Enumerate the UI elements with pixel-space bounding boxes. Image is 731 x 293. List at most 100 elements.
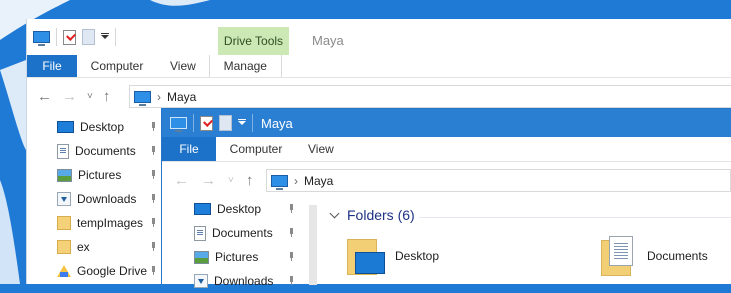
nav-item-label: Documents	[75, 144, 136, 158]
desktop-icon	[57, 121, 74, 133]
tab-file[interactable]: File	[27, 55, 77, 77]
documents-icon	[194, 225, 206, 241]
pin-icon[interactable]	[150, 218, 157, 227]
pictures-icon	[194, 250, 209, 264]
customize-toolbar-icon[interactable]	[238, 119, 246, 127]
explorer-window-front[interactable]: Maya File Computer View ← → ˅ ↑ › Maya D…	[161, 108, 731, 288]
properties-icon[interactable]	[200, 115, 213, 131]
tab-file[interactable]: File	[162, 137, 216, 161]
new-folder-icon[interactable]	[219, 115, 232, 131]
nav-item-documents[interactable]: Documents	[27, 139, 157, 163]
ribbon-divider	[27, 77, 731, 78]
pin-icon[interactable]	[150, 170, 157, 179]
documents-folder-icon	[601, 236, 637, 276]
desktop-icon	[194, 203, 211, 215]
nav-item-pictures[interactable]: Pictures	[27, 163, 157, 187]
toolbar-separator	[252, 114, 253, 132]
nav-item-tempimages[interactable]: tempImages	[27, 211, 157, 235]
tab-view[interactable]: View	[296, 137, 346, 161]
computer-icon[interactable]	[33, 31, 50, 46]
pin-icon[interactable]	[150, 266, 157, 275]
google-drive-icon	[57, 265, 71, 277]
address-bar[interactable]: › Maya	[129, 85, 731, 108]
ribbon-divider	[162, 161, 731, 162]
pin-icon[interactable]	[150, 242, 157, 251]
group-header-label: Folders (6)	[347, 207, 415, 223]
pin-icon[interactable]	[150, 146, 157, 155]
folder-icon	[57, 216, 71, 230]
window-title: Maya	[261, 115, 293, 131]
address-bar[interactable]: › Maya	[266, 169, 731, 192]
toolbar-separator	[193, 114, 194, 132]
nav-item-documents[interactable]: Documents	[162, 221, 317, 245]
ribbon-tabs: File Computer View	[162, 137, 731, 161]
nav-item-label: Desktop	[217, 202, 262, 216]
computer-icon	[134, 90, 151, 106]
nav-item-label: Documents	[212, 226, 273, 240]
folder-tile-documents[interactable]: Documents	[601, 236, 708, 276]
navigation-pane: Desktop Documents Pictures Downloads tem…	[27, 115, 157, 283]
nav-item-label: tempImages	[77, 216, 144, 230]
toolbar-separator	[115, 28, 116, 46]
pin-icon[interactable]	[288, 204, 295, 213]
breadcrumb-chevron-icon[interactable]: ›	[157, 90, 161, 104]
tab-view[interactable]: View	[157, 55, 209, 77]
tab-computer[interactable]: Computer	[216, 137, 296, 161]
customize-toolbar-icon[interactable]	[101, 33, 109, 41]
computer-icon[interactable]	[170, 117, 187, 132]
navigation-bar: ← → ˅ ↑ › Maya	[162, 167, 731, 193]
folder-tile-label: Documents	[647, 249, 708, 263]
nav-item-pictures[interactable]: Pictures	[162, 245, 317, 269]
tab-computer[interactable]: Computer	[77, 55, 157, 77]
back-arrow-icon[interactable]: ←	[174, 172, 189, 189]
breadcrumb-maya[interactable]: Maya	[304, 174, 333, 188]
folders-group-header[interactable]: Folders (6)	[329, 207, 415, 223]
nav-item-label: Google Drive	[77, 264, 148, 278]
drive-tools-context-header: Drive Tools	[218, 27, 289, 55]
pin-icon[interactable]	[150, 122, 157, 131]
nav-item-ex[interactable]: ex	[27, 235, 157, 259]
breadcrumb-chevron-icon[interactable]: ›	[294, 174, 298, 188]
downloads-icon	[57, 192, 71, 206]
pin-icon[interactable]	[150, 194, 157, 203]
nav-item-label: Downloads	[214, 274, 274, 288]
properties-icon[interactable]	[63, 29, 76, 45]
new-folder-icon[interactable]	[82, 29, 95, 45]
nav-item-downloads[interactable]: Downloads	[162, 269, 317, 293]
title-bar[interactable]: Maya	[162, 109, 731, 137]
group-divider	[419, 217, 731, 218]
nav-item-label: Desktop	[80, 120, 125, 134]
back-arrow-icon[interactable]: ←	[37, 88, 52, 105]
nav-item-label: Pictures	[215, 250, 259, 264]
nav-item-downloads[interactable]: Downloads	[27, 187, 157, 211]
nav-pane-scrollbar[interactable]	[309, 205, 317, 285]
window-title: Maya	[312, 33, 344, 48]
recent-locations-chevron-icon[interactable]: ˅	[87, 91, 93, 102]
up-arrow-icon[interactable]: ↑	[246, 172, 254, 189]
recent-locations-chevron-icon[interactable]: ˅	[228, 175, 234, 186]
desktop-folder-icon	[347, 236, 385, 276]
chevron-down-icon[interactable]	[329, 208, 340, 218]
downloads-icon	[194, 274, 208, 288]
navigation-bar: ← → ˅ ↑ › Maya	[27, 83, 731, 109]
folder-tile-label: Desktop	[395, 249, 440, 263]
nav-item-desktop[interactable]: Desktop	[162, 197, 317, 221]
quick-access-toolbar	[27, 19, 731, 55]
content-pane: Folders (6) Desktop Documents	[327, 205, 731, 284]
nav-item-google-drive[interactable]: Google Drive	[27, 259, 157, 283]
ribbon-tabs: File Computer View Manage	[27, 55, 731, 77]
pictures-icon	[57, 168, 72, 182]
up-arrow-icon[interactable]: ↑	[103, 88, 111, 105]
nav-item-label: Downloads	[77, 192, 137, 206]
nav-item-label: Pictures	[78, 168, 122, 182]
folder-tile-desktop[interactable]: Desktop	[347, 236, 439, 276]
tab-manage[interactable]: Manage	[208, 55, 282, 77]
forward-arrow-icon[interactable]: →	[201, 172, 216, 189]
toolbar-separator	[56, 28, 57, 46]
breadcrumb-maya[interactable]: Maya	[167, 90, 196, 104]
folder-icon	[57, 240, 71, 254]
pin-icon[interactable]	[288, 228, 295, 237]
nav-item-desktop[interactable]: Desktop	[27, 115, 157, 139]
forward-arrow-icon[interactable]: →	[62, 88, 77, 105]
pin-icon[interactable]	[288, 252, 295, 261]
